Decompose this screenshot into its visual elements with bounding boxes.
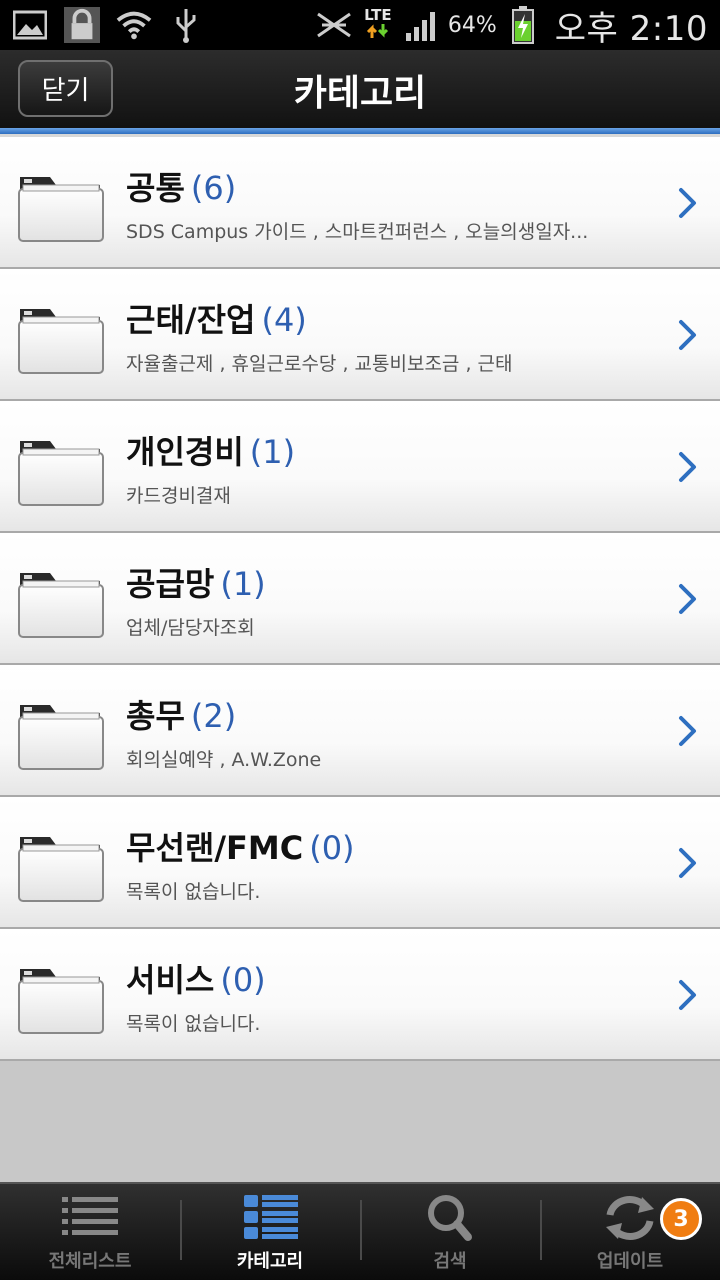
chevron-right-icon [678, 583, 698, 615]
tab-update[interactable]: 업데이트 3 [540, 1184, 720, 1280]
category-name: 개인경비 [126, 433, 244, 471]
category-count: (0) [309, 829, 355, 867]
clock: 오후 2:10 [554, 8, 708, 49]
category-name: 무선랜/FMC [126, 829, 304, 867]
tab-all-list[interactable]: 전체리스트 [0, 1184, 180, 1280]
category-title: 공급망 (1) [126, 559, 266, 605]
category-title: 개인경비 (1) [126, 427, 295, 473]
title-bar: 닫기 카테고리 [0, 50, 720, 130]
category-count: (6) [190, 169, 237, 207]
chevron-right-icon [678, 715, 698, 747]
category-subtitle: 목록이 없습니다. [126, 881, 261, 903]
signal-icon [404, 7, 440, 43]
category-subtitle: 업체/담당자조회 [126, 617, 255, 639]
chevron-right-icon [678, 451, 698, 483]
category-title: 서비스 (0) [126, 955, 266, 1001]
status-bar: LTE 64% 오후 2:10 [0, 0, 720, 50]
close-button[interactable]: 닫기 [18, 60, 113, 117]
category-subtitle: 카드경비결재 [126, 485, 231, 507]
usb-icon [168, 7, 204, 43]
category-subtitle: 회의실예약 , A.W.Zone [126, 749, 322, 771]
folder-icon [18, 965, 104, 1035]
image-icon [12, 7, 48, 43]
battery-percent: 64% [447, 12, 497, 38]
page-title: 카테고리 [293, 73, 427, 114]
battery-charging-icon [505, 6, 541, 44]
tab-label: 검색 [433, 1251, 467, 1272]
category-title: 무선랜/FMC (0) [126, 823, 355, 869]
category-name: 총무 [126, 697, 185, 735]
tab-category[interactable]: 카테고리 [180, 1184, 360, 1280]
category-row[interactable]: 무선랜/FMC (0) 목록이 없습니다. [0, 797, 720, 929]
category-name: 공급망 [126, 565, 215, 603]
category-name: 서비스 [126, 961, 215, 999]
lock-icon [64, 7, 100, 43]
category-subtitle: SDS Campus 가이드 , 스마트컨퍼런스 , 오늘의생일자... [126, 221, 589, 243]
category-row[interactable]: 공통 (6) SDS Campus 가이드 , 스마트컨퍼런스 , 오늘의생일자.… [0, 134, 720, 269]
folder-icon [18, 437, 104, 507]
chevron-right-icon [678, 979, 698, 1011]
lte-label: LTE [364, 6, 392, 24]
folder-icon [18, 701, 104, 771]
category-title: 총무 (2) [126, 691, 236, 737]
chevron-right-icon [678, 847, 698, 879]
tab-search[interactable]: 검색 [360, 1184, 540, 1280]
category-name: 공통 [126, 169, 185, 207]
category-list: 공통 (6) SDS Campus 가이드 , 스마트컨퍼런스 , 오늘의생일자.… [0, 134, 720, 1061]
category-subtitle: 자율출근제 , 휴일근로수당 , 교통비보조금 , 근태 [126, 353, 513, 375]
tab-label: 업데이트 [596, 1251, 664, 1272]
category-title: 공통 (6) [126, 163, 236, 209]
list-icon [58, 1191, 122, 1243]
category-row[interactable]: 개인경비 (1) 카드경비결재 [0, 401, 720, 533]
lte-icon: LTE [360, 7, 396, 43]
category-count: (0) [220, 961, 266, 999]
category-count: (1) [249, 433, 296, 471]
folder-icon [18, 305, 104, 375]
category-count: (4) [261, 301, 307, 339]
category-row[interactable]: 총무 (2) 회의실예약 , A.W.Zone [0, 665, 720, 797]
chevron-right-icon [678, 187, 698, 219]
category-name: 근태/잔업 [126, 301, 256, 339]
wifi-icon [116, 7, 152, 43]
tab-label: 카테고리 [236, 1251, 304, 1272]
category-count: (2) [190, 697, 237, 735]
category-icon [238, 1191, 302, 1243]
category-row[interactable]: 근태/잔업 (4) 자율출근제 , 휴일근로수당 , 교통비보조금 , 근태 [0, 269, 720, 401]
no-signal-icon [316, 7, 352, 43]
update-count-badge: 3 [660, 1198, 702, 1240]
category-count: (1) [220, 565, 266, 603]
bottom-tab-bar: 전체리스트 카테고리 검색 업데이트 3 [0, 1182, 720, 1280]
tab-label: 전체리스트 [48, 1251, 132, 1272]
category-row[interactable]: 서비스 (0) 목록이 없습니다. [0, 929, 720, 1061]
category-row[interactable]: 공급망 (1) 업체/담당자조회 [0, 533, 720, 665]
refresh-icon [598, 1191, 662, 1243]
chevron-right-icon [678, 319, 698, 351]
folder-icon [18, 569, 104, 639]
category-subtitle: 목록이 없습니다. [126, 1013, 261, 1035]
folder-icon [18, 173, 104, 243]
folder-icon [18, 833, 104, 903]
search-icon [418, 1191, 482, 1243]
category-title: 근태/잔업 (4) [126, 295, 307, 341]
